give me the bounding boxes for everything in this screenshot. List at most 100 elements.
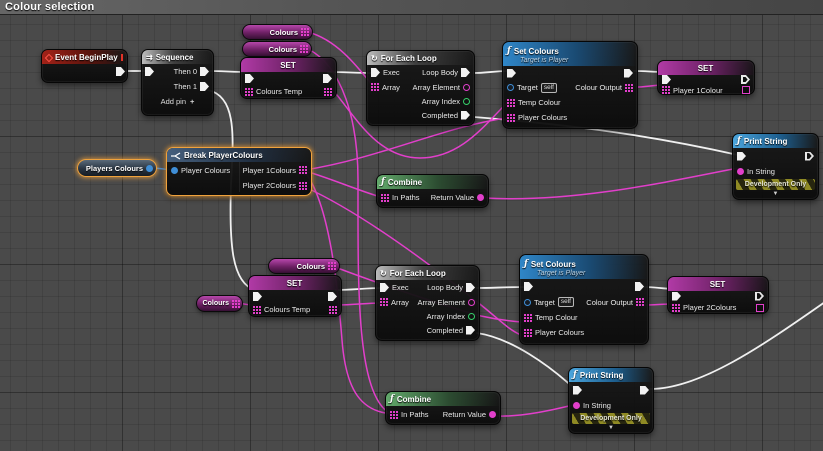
node-title: SET [709, 280, 726, 289]
array-in-pin[interactable] [380, 298, 388, 306]
array-element-out-pin[interactable] [463, 83, 470, 91]
node-print-string-top[interactable]: ƒ Print String In String Development Onl… [732, 133, 819, 200]
exec-wire[interactable] [649, 302, 823, 390]
return-value-pin[interactable] [477, 194, 484, 201]
node-foreach-loop-bottom[interactable]: ↻ For Each Loop Exec Loop Body Array Arr… [375, 265, 480, 341]
then0-exec-pin[interactable] [200, 67, 209, 76]
target-in-pin[interactable] [507, 84, 514, 91]
node-expander[interactable]: ▼ [569, 425, 653, 433]
exec-wire[interactable] [476, 286, 526, 289]
add-pin-button[interactable]: Add pin + [142, 94, 213, 109]
in-string-pin[interactable] [737, 167, 744, 175]
value-out-pin[interactable] [742, 86, 750, 94]
data-wire[interactable] [484, 167, 739, 200]
exec-in-pin[interactable] [145, 67, 154, 76]
exec-in-pin[interactable] [662, 75, 671, 84]
exec-in-pin[interactable] [245, 74, 254, 83]
node-combine-bottom[interactable]: ƒ Combine In Paths Return Value [385, 391, 501, 425]
node-foreach-loop-top[interactable]: ↻ For Each Loop Exec Loop Body Array Arr… [366, 50, 475, 126]
player2colours-out-pin[interactable] [299, 181, 307, 190]
node-title: Set Colours [513, 46, 559, 56]
node-break-playercolours[interactable]: Break PlayerColours Player Colours Playe… [166, 147, 312, 196]
array-index-out-pin[interactable] [468, 312, 475, 320]
var-get-colours-3[interactable]: Colours [196, 295, 243, 312]
completed-exec-pin[interactable] [461, 110, 470, 120]
node-event-beginplay[interactable]: Event BeginPlay [41, 49, 128, 83]
node-set-colours-temp-bottom[interactable]: SET Colours Temp [248, 275, 342, 317]
exec-out-pin[interactable] [624, 68, 633, 78]
blueprint-canvas[interactable]: Colour selection Event BeginPlay ⇉ Seque… [0, 0, 823, 451]
exec-in-pin[interactable] [253, 292, 262, 301]
temp-colour-in-pin[interactable] [507, 98, 515, 107]
exec-out-pin[interactable] [635, 282, 644, 291]
exec-out-pin[interactable] [323, 74, 332, 83]
array-out-pin[interactable] [329, 305, 337, 314]
debug-marker-icon[interactable] [120, 54, 123, 61]
colour-output-pin[interactable] [625, 83, 633, 92]
in-string-pin[interactable] [573, 401, 580, 409]
loop-body-exec-pin[interactable] [466, 283, 475, 292]
value-out-pin[interactable] [756, 303, 764, 312]
data-wire[interactable] [496, 403, 578, 417]
exec-out-pin[interactable] [741, 75, 750, 84]
array-out-pin[interactable] [328, 262, 336, 270]
array-index-out-pin[interactable] [463, 97, 470, 105]
node-set-colours-function-bottom[interactable]: ƒ Set Colours Target is Player Target se… [519, 254, 649, 345]
node-set-player1colour[interactable]: SET Player 1Colour [657, 60, 755, 95]
node-set-colours-temp-top[interactable]: SET Colours Temp [240, 57, 337, 99]
exec-out-pin[interactable] [116, 67, 125, 76]
node-sequence[interactable]: ⇉ Sequence Then 0 Then 1 Add pin + [141, 49, 214, 116]
value-in-pin[interactable] [662, 86, 670, 94]
array-out-pin[interactable] [324, 87, 332, 96]
player-colours-in-pin[interactable] [524, 328, 532, 337]
player-colours-in-pin[interactable] [507, 113, 515, 122]
struct-in-pin[interactable] [171, 166, 178, 174]
exec-out-pin[interactable] [328, 292, 337, 301]
array-in-pin[interactable] [371, 83, 379, 91]
exec-in-pin[interactable] [380, 283, 389, 292]
exec-in-pin[interactable] [524, 282, 533, 291]
node-header: ƒ Combine [377, 175, 488, 189]
temp-colour-in-pin[interactable] [524, 313, 532, 322]
target-in-pin[interactable] [524, 298, 531, 306]
self-default-value[interactable]: self [540, 82, 557, 93]
node-combine-mid[interactable]: ƒ Combine In Paths Return Value [376, 174, 489, 208]
return-value-pin[interactable] [489, 411, 496, 418]
node-print-string-bottom[interactable]: ƒ Print String In String Development Onl… [568, 367, 654, 434]
var-get-players-colours[interactable]: Players Colours [77, 159, 157, 177]
in-paths-pin[interactable] [381, 193, 389, 202]
array-out-pin[interactable] [232, 299, 240, 308]
self-default-value[interactable]: self [557, 297, 574, 307]
pin-label: Loop Body [422, 68, 458, 77]
exec-in-pin[interactable] [573, 385, 582, 395]
exec-in-pin[interactable] [737, 151, 746, 161]
exec-out-pin[interactable] [640, 385, 649, 395]
loop-icon: ↻ [380, 268, 387, 278]
exec-out-pin[interactable] [805, 151, 814, 161]
array-out-pin[interactable] [300, 45, 308, 53]
exec-in-pin[interactable] [672, 291, 681, 301]
player1colours-out-pin[interactable] [299, 166, 307, 174]
completed-exec-pin[interactable] [466, 325, 475, 335]
array-in-pin[interactable] [245, 87, 253, 96]
exec-in-pin[interactable] [371, 68, 380, 77]
var-get-colours-1[interactable]: Colours [242, 24, 313, 40]
var-get-colours-4[interactable]: Colours [268, 258, 340, 274]
value-in-pin[interactable] [672, 303, 680, 312]
node-set-colours-function-top[interactable]: ƒ Set Colours Target is Player Target se… [502, 41, 638, 129]
data-wire[interactable] [304, 170, 385, 199]
var-get-colours-2[interactable]: Colours [242, 41, 312, 57]
node-set-player2colours[interactable]: SET Player 2Colours [667, 276, 769, 314]
exec-in-pin[interactable] [507, 68, 516, 78]
in-paths-pin[interactable] [390, 410, 398, 419]
exec-out-pin[interactable] [755, 291, 764, 301]
array-element-out-pin[interactable] [468, 298, 475, 306]
loop-body-exec-pin[interactable] [461, 68, 470, 77]
array-in-pin[interactable] [253, 305, 261, 314]
development-only-banner: Development Only [736, 179, 815, 190]
array-out-pin[interactable] [301, 28, 309, 36]
struct-out-pin[interactable] [146, 164, 153, 172]
then1-exec-pin[interactable] [200, 82, 209, 91]
colour-output-pin[interactable] [636, 298, 644, 306]
node-expander[interactable]: ▼ [733, 191, 818, 199]
